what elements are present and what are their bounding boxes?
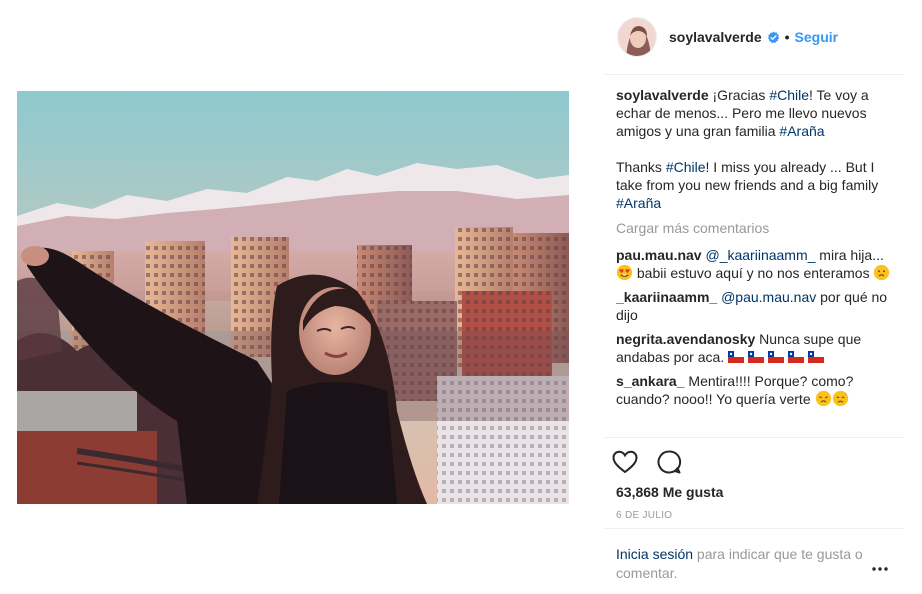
- caption-text: Thanks: [616, 159, 666, 175]
- comment-text: babii estuvo aquí y no nos enteramos: [633, 265, 874, 281]
- comment-item: negrita.avendanosky Nunca supe que andab…: [616, 330, 892, 366]
- comment-username[interactable]: pau.mau.nav: [616, 247, 702, 263]
- load-more-comments-button[interactable]: Cargar más comentarios: [616, 219, 892, 237]
- comment-username[interactable]: negrita.avendanosky: [616, 331, 755, 347]
- comment-username[interactable]: _kaariinaamm_: [616, 289, 717, 305]
- worried-emoji-icon: [873, 264, 890, 281]
- post-caption: soylavalverde ¡Gracias #Chile! Te voy a …: [616, 86, 892, 212]
- comment-username[interactable]: s_ankara_: [616, 373, 685, 389]
- caption-text: ¡Gracias: [708, 87, 770, 103]
- sad-sweat-emoji-icon: [832, 390, 849, 407]
- caption-username[interactable]: soylavalverde: [616, 87, 709, 103]
- heart-eyes-emoji-icon: [616, 264, 633, 281]
- login-prompt: Inicia sesión para indicar que te gusta …: [616, 545, 876, 583]
- speech-bubble-icon: [657, 450, 682, 474]
- comment-item: pau.mau.nav @_kaariinaamm_ mira hija... …: [616, 246, 892, 282]
- comments-divider: [604, 437, 904, 438]
- chile-flag-icon: [808, 349, 825, 363]
- heart-icon: [612, 450, 638, 474]
- like-button[interactable]: [610, 447, 640, 477]
- header-divider: [604, 74, 904, 75]
- chile-flag-icon: [728, 349, 745, 363]
- post-date[interactable]: 6 DE JULIO: [616, 510, 672, 521]
- comment-item: s_ankara_ Mentira!!!! Porque? como? cuan…: [616, 372, 892, 408]
- header-separator: •: [784, 29, 790, 45]
- follow-button[interactable]: Seguir: [795, 29, 839, 45]
- actions-divider: [604, 528, 904, 529]
- hashtag-link[interactable]: #Araña: [779, 123, 824, 139]
- avatar-image: [618, 18, 656, 56]
- more-options-icon: [872, 567, 888, 571]
- comment-button[interactable]: [654, 447, 684, 477]
- post-actions: [610, 447, 698, 477]
- post-sidebar: soylavalverde • Seguir soylavalverde ¡Gr…: [604, 0, 904, 594]
- post-photo[interactable]: [17, 91, 569, 504]
- mention-link[interactable]: @pau.mau.nav: [721, 289, 816, 305]
- hashtag-link[interactable]: #Araña: [616, 195, 661, 211]
- mention-link[interactable]: @_kaariinaamm_: [705, 247, 815, 263]
- chile-flag-icon: [768, 349, 785, 363]
- comment-text: mira hija...: [815, 247, 884, 263]
- persevering-emoji-icon: [815, 390, 832, 407]
- login-link[interactable]: Inicia sesión: [616, 546, 693, 562]
- verified-badge-icon: [767, 31, 780, 44]
- comments-list[interactable]: soylavalverde ¡Gracias #Chile! Te voy a …: [616, 86, 892, 438]
- post-header: soylavalverde • Seguir: [604, 14, 904, 60]
- post-photo-image: [17, 91, 569, 504]
- likes-count[interactable]: 63,868 Me gusta: [616, 484, 723, 500]
- hashtag-link[interactable]: #Chile: [666, 159, 706, 175]
- comment-item: _kaariinaamm_ @pau.mau.nav por qué no di…: [616, 288, 892, 324]
- chile-flag-icon: [788, 349, 805, 363]
- post-author-username[interactable]: soylavalverde: [669, 29, 762, 45]
- more-options-button[interactable]: [870, 561, 890, 577]
- chile-flag-icon: [748, 349, 765, 363]
- avatar[interactable]: [617, 17, 657, 57]
- hashtag-link[interactable]: #Chile: [769, 87, 809, 103]
